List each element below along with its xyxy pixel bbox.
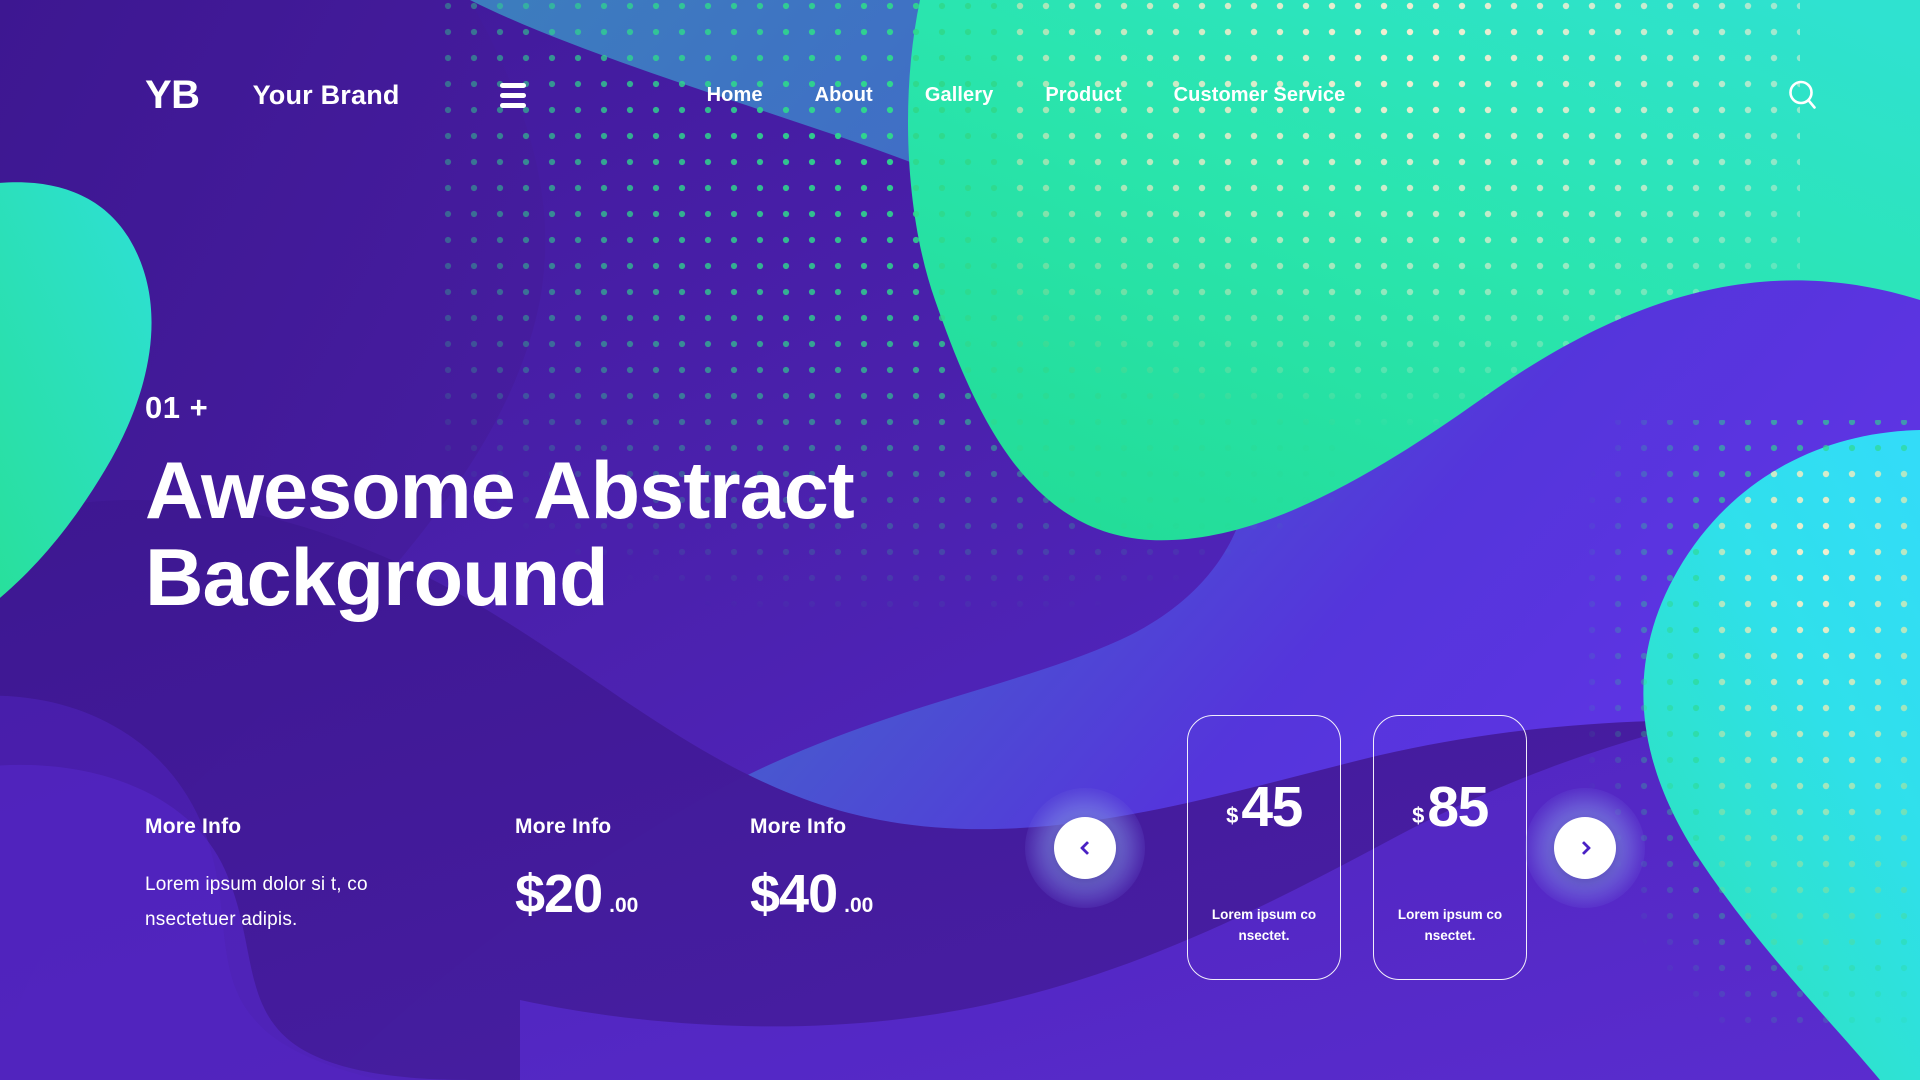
carousel-next-button[interactable] bbox=[1525, 787, 1645, 908]
page-root: YB Your Brand Home About Gallery Product… bbox=[0, 0, 1920, 1080]
price-amount: 20 bbox=[544, 864, 603, 924]
brand-name[interactable]: Your Brand bbox=[253, 80, 400, 111]
logo-mark[interactable]: YB bbox=[145, 75, 200, 115]
info-column-price-40: More Info $40 .00 bbox=[750, 815, 985, 937]
pricing-card-currency: $ bbox=[1226, 803, 1239, 828]
hero-title-line-2: Background bbox=[145, 533, 609, 624]
hero-section: 01 + Awesome Abstract Background bbox=[145, 390, 855, 624]
info-column-price-20: More Info $20 .00 bbox=[515, 815, 750, 937]
pricing-desc-line-2: nsectet. bbox=[1238, 928, 1290, 944]
pricing-card-price: $ 85 bbox=[1412, 775, 1489, 839]
site-header: YB Your Brand Home About Gallery Product… bbox=[0, 0, 1920, 190]
price-value: $20 .00 bbox=[515, 867, 750, 921]
nav-item-gallery[interactable]: Gallery bbox=[899, 84, 1020, 107]
carousel-next-circle bbox=[1554, 816, 1616, 879]
info-column-description: More Info Lorem ipsum dolor si t, co nse… bbox=[145, 815, 515, 937]
price-amount: 40 bbox=[779, 864, 838, 924]
info-column-title: More Info bbox=[145, 815, 242, 838]
info-text-line-2: nsectetuer adipis. bbox=[145, 909, 298, 931]
pricing-desc-line-1: Lorem ipsum co bbox=[1397, 907, 1503, 923]
main-navigation: Home About Gallery Product Customer Serv… bbox=[681, 84, 1372, 107]
hamburger-bar bbox=[499, 82, 526, 88]
carousel-prev-circle bbox=[1054, 816, 1116, 879]
pricing-desc-line-1: Lorem ipsum co bbox=[1211, 907, 1317, 923]
pricing-card-amount: 85 bbox=[1427, 775, 1489, 839]
hamburger-bar bbox=[499, 102, 526, 108]
hero-title-line-1: Awesome Abstract bbox=[145, 446, 855, 536]
price-value: $40 .00 bbox=[750, 867, 985, 921]
pricing-card-amount: 45 bbox=[1241, 775, 1303, 839]
info-column-title: More Info bbox=[750, 815, 847, 838]
info-column-title: More Info bbox=[515, 815, 612, 838]
nav-item-about[interactable]: About bbox=[789, 84, 899, 107]
pricing-card-list: $ 45 Lorem ipsum co nsectet. $ 85 Lorem … bbox=[1187, 715, 1527, 980]
search-icon[interactable] bbox=[1786, 78, 1820, 112]
nav-item-product[interactable]: Product bbox=[1019, 84, 1147, 107]
price-cents: .00 bbox=[844, 894, 874, 917]
price-cents: .00 bbox=[609, 894, 639, 917]
info-columns: More Info Lorem ipsum dolor si t, co nse… bbox=[145, 815, 985, 937]
info-text-line-1: Lorem ipsum dolor si t, co bbox=[145, 874, 368, 895]
pricing-carousel: $ 45 Lorem ipsum co nsectet. $ 85 Lorem … bbox=[1025, 715, 1645, 980]
chevron-right-icon bbox=[1576, 840, 1591, 855]
page-title: Awesome Abstract Background bbox=[145, 446, 855, 624]
hamburger-icon[interactable] bbox=[499, 82, 526, 108]
hero-eyebrow: 01 + bbox=[145, 390, 209, 425]
hamburger-bar bbox=[499, 92, 526, 98]
pricing-card[interactable]: $ 45 Lorem ipsum co nsectet. bbox=[1187, 715, 1341, 980]
pricing-card-currency: $ bbox=[1412, 803, 1425, 828]
pricing-card[interactable]: $ 85 Lorem ipsum co nsectet. bbox=[1373, 715, 1527, 980]
pricing-card-description: Lorem ipsum co nsectet. bbox=[1202, 905, 1326, 947]
nav-item-home[interactable]: Home bbox=[681, 84, 789, 107]
pricing-card-description: Lorem ipsum co nsectet. bbox=[1388, 905, 1512, 947]
price-currency: $ bbox=[750, 864, 780, 924]
nav-item-customer-service[interactable]: Customer Service bbox=[1148, 84, 1372, 107]
chevron-left-icon bbox=[1079, 840, 1094, 855]
info-column-text: Lorem ipsum dolor si t, co nsectetuer ad… bbox=[145, 867, 445, 937]
pricing-desc-line-2: nsectet. bbox=[1424, 928, 1476, 944]
pricing-card-price: $ 45 bbox=[1226, 775, 1303, 839]
carousel-prev-button[interactable] bbox=[1025, 787, 1145, 908]
price-currency: $ bbox=[515, 864, 545, 924]
